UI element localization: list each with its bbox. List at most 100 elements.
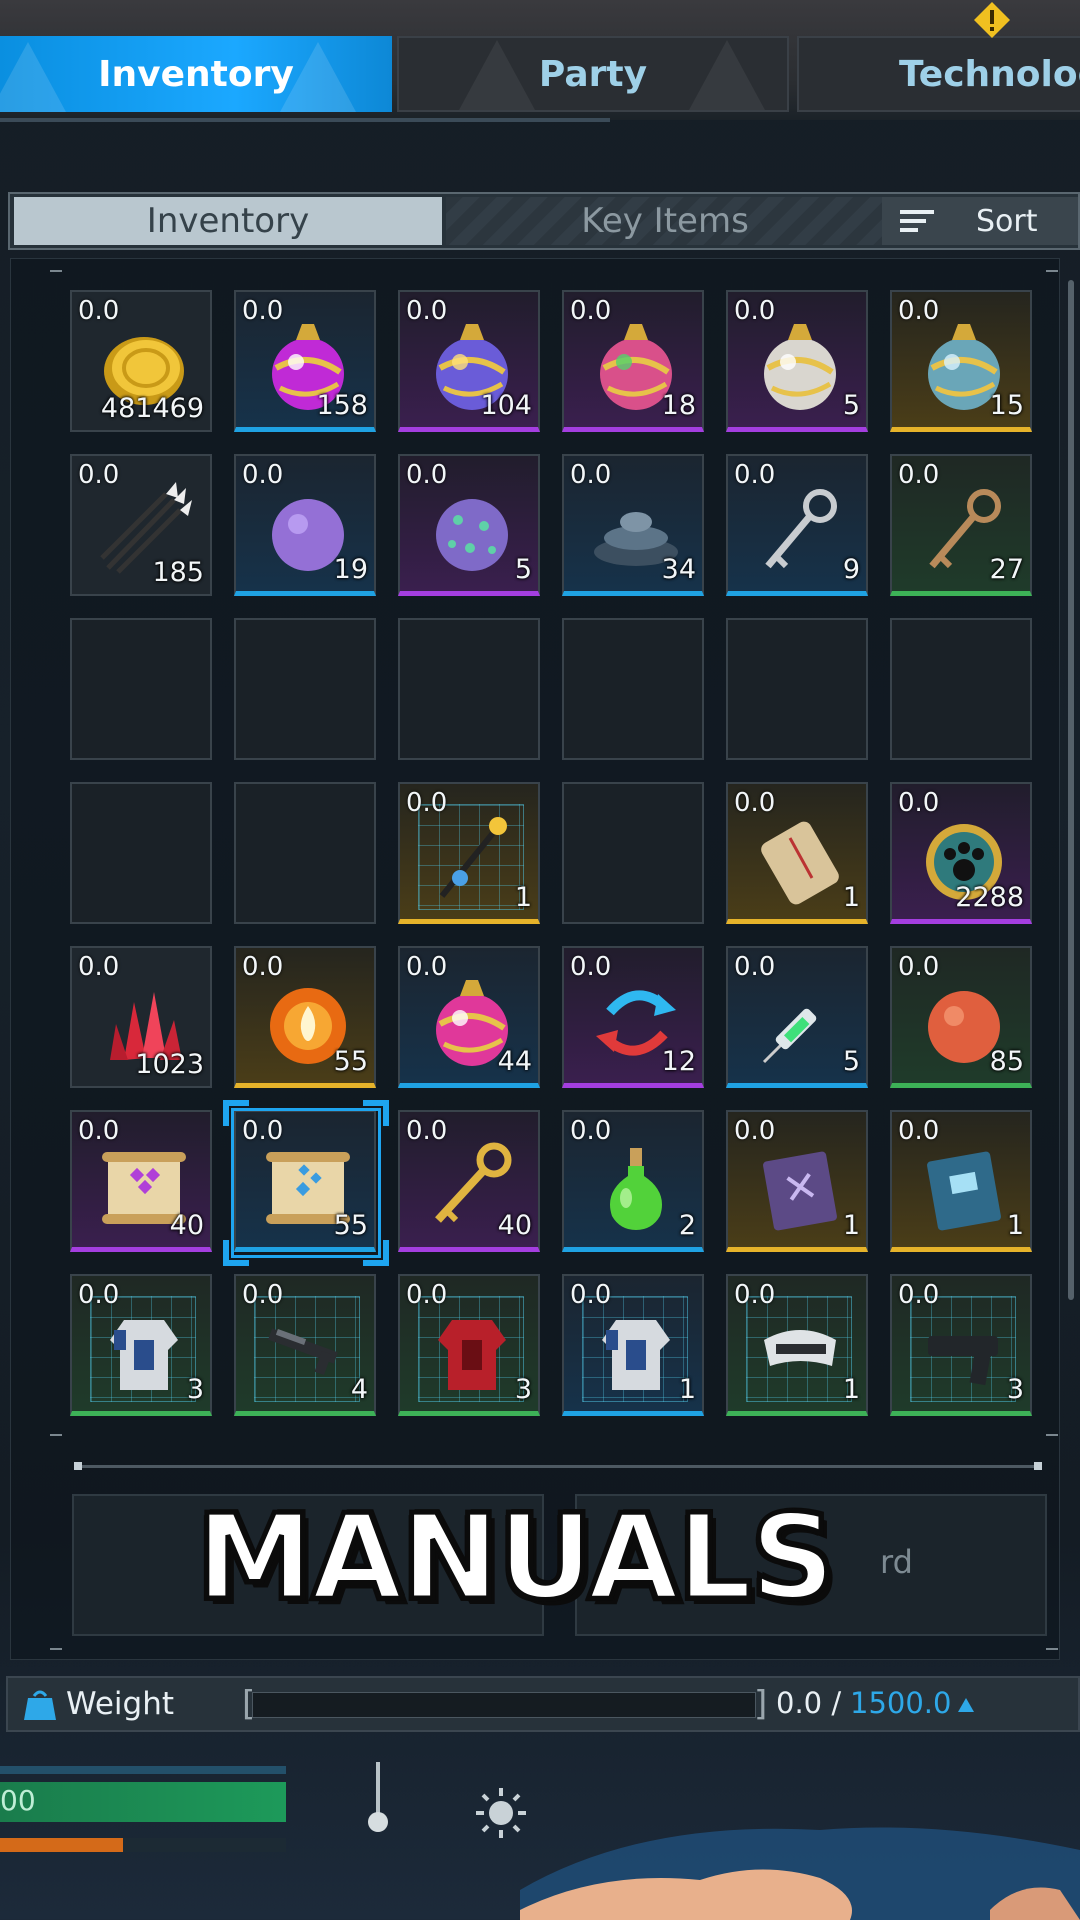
panel-corner-mark	[1046, 1434, 1058, 1436]
item-slot[interactable]: 0.0 9	[726, 454, 868, 596]
weight-up-arrow-icon	[958, 1698, 974, 1712]
item-slot[interactable]: 0.0 1023	[70, 946, 212, 1088]
spotted-ball-icon	[422, 480, 522, 580]
item-slot[interactable]: 0.0 55	[234, 1110, 376, 1252]
item-slot[interactable]: 0.0 44	[398, 946, 540, 1088]
divider-line	[74, 1462, 1042, 1470]
item-slot[interactable]: 0.0 2288	[890, 782, 1032, 924]
blueprint-armor-white-icon	[94, 1300, 194, 1400]
item-slot[interactable]: 0.0 3	[70, 1274, 212, 1416]
item-weight: 0.0	[570, 952, 612, 982]
item-count: 1	[842, 882, 860, 913]
subtab-inventory-label: Inventory	[146, 201, 310, 241]
item-slot[interactable]: 0.0 40	[70, 1110, 212, 1252]
item-slot[interactable]: 0.0 3	[890, 1274, 1032, 1416]
subtab-key-items-label: Key Items	[581, 201, 749, 241]
item-weight: 0.0	[78, 1116, 120, 1146]
item-weight: 0.0	[898, 460, 940, 490]
subtab-key-items[interactable]: Key Items	[446, 197, 884, 245]
purple-book-icon	[750, 1136, 850, 1236]
item-count: 27	[989, 554, 1024, 585]
weight-current: 0.0 /	[776, 1686, 842, 1720]
item-weight: 0.0	[570, 1280, 612, 1310]
item-slot[interactable]: 0.0 34	[562, 454, 704, 596]
item-weight: 0.0	[734, 296, 776, 326]
item-count: 4	[350, 1374, 368, 1405]
blue-book-icon	[914, 1136, 1014, 1236]
scroll-icon	[750, 808, 850, 908]
item-slot[interactable]: 0.0 481469	[70, 290, 212, 432]
detail-partial-text: rd	[880, 1543, 913, 1581]
item-weight: 0.0	[242, 296, 284, 326]
item-count: 104	[480, 390, 532, 421]
item-weight: 0.0	[242, 460, 284, 490]
item-slot[interactable]: 0.0 5	[726, 946, 868, 1088]
empty-slot[interactable]	[726, 618, 868, 760]
item-weight: 0.0	[898, 296, 940, 326]
item-weight: 0.0	[78, 1280, 120, 1310]
item-slot[interactable]: 0.0 1	[890, 1110, 1032, 1252]
item-slot[interactable]: 0.0 3	[398, 1274, 540, 1416]
item-slot[interactable]: 0.0 158	[234, 290, 376, 432]
item-slot[interactable]: 0.0 15	[890, 290, 1032, 432]
warning-icon[interactable]	[972, 0, 1012, 40]
item-weight: 0.0	[570, 296, 612, 326]
item-count: 40	[497, 1210, 532, 1241]
item-slot[interactable]: 0.0 2	[562, 1110, 704, 1252]
tab-inventory[interactable]: Inventory	[0, 36, 392, 112]
item-count: 5	[842, 390, 860, 421]
item-slot[interactable]: 0.0 55	[234, 946, 376, 1088]
empty-slot[interactable]	[398, 618, 540, 760]
item-count: 18	[661, 390, 696, 421]
item-weight: 0.0	[78, 296, 120, 326]
empty-slot[interactable]	[890, 618, 1032, 760]
empty-slot[interactable]	[70, 782, 212, 924]
item-count: 85	[989, 1046, 1024, 1077]
item-slot[interactable]: 0.0 1	[726, 782, 868, 924]
empty-slot[interactable]	[234, 618, 376, 760]
item-slot[interactable]: 0.0 1	[562, 1274, 704, 1416]
item-slot[interactable]: 0.0 18	[562, 290, 704, 432]
item-slot[interactable]: 0.0 4	[234, 1274, 376, 1416]
empty-slot[interactable]	[562, 618, 704, 760]
bracket-right: ]	[754, 1684, 768, 1724]
subtab-inventory[interactable]: Inventory	[14, 197, 442, 245]
inventory-grid: 0.0 481469 0.0 158 0.0 104 0.0 18 0.0 5 0.0 15 0.0 18…	[70, 290, 1032, 1416]
item-count: 3	[514, 1374, 532, 1405]
item-slot[interactable]: 0.0 185	[70, 454, 212, 596]
item-slot[interactable]: 0.0 85	[890, 946, 1032, 1088]
item-weight: 0.0	[898, 788, 940, 818]
empty-slot[interactable]	[70, 618, 212, 760]
empty-slot[interactable]	[562, 782, 704, 924]
sort-label: Sort	[976, 203, 1038, 239]
tab-party[interactable]: Party	[397, 36, 789, 112]
panel-corner-mark	[1046, 1648, 1058, 1650]
item-weight: 0.0	[734, 788, 776, 818]
item-slot[interactable]: 0.0 19	[234, 454, 376, 596]
sort-button[interactable]: Sort	[882, 197, 1078, 245]
hud-top-line	[0, 1766, 286, 1774]
item-weight: 0.0	[570, 1116, 612, 1146]
tab-technology[interactable]: Technology	[797, 36, 1080, 112]
item-weight: 0.0	[242, 952, 284, 982]
item-count: 44	[497, 1046, 532, 1077]
item-count: 2288	[955, 882, 1024, 913]
blueprint-armor-white-icon	[586, 1300, 686, 1400]
item-slot[interactable]: 0.0 1	[726, 1274, 868, 1416]
item-count: 1	[842, 1210, 860, 1241]
item-slot[interactable]: 0.0 5	[726, 290, 868, 432]
item-slot[interactable]: 0.0 1	[726, 1110, 868, 1252]
item-slot[interactable]: 0.0 12	[562, 946, 704, 1088]
item-weight: 0.0	[406, 460, 448, 490]
item-slot[interactable]: 0.0 5	[398, 454, 540, 596]
overlay-caption: MANUALS	[193, 1486, 837, 1629]
item-weight: 0.0	[734, 1116, 776, 1146]
empty-slot[interactable]	[234, 782, 376, 924]
syringe-icon	[750, 972, 850, 1072]
item-slot[interactable]: 0.0 1	[398, 782, 540, 924]
item-slot[interactable]: 0.0 27	[890, 454, 1032, 596]
item-count: 185	[152, 557, 204, 588]
item-slot[interactable]: 0.0 104	[398, 290, 540, 432]
item-slot[interactable]: 0.0 40	[398, 1110, 540, 1252]
inventory-scrollbar[interactable]	[1068, 280, 1074, 1300]
